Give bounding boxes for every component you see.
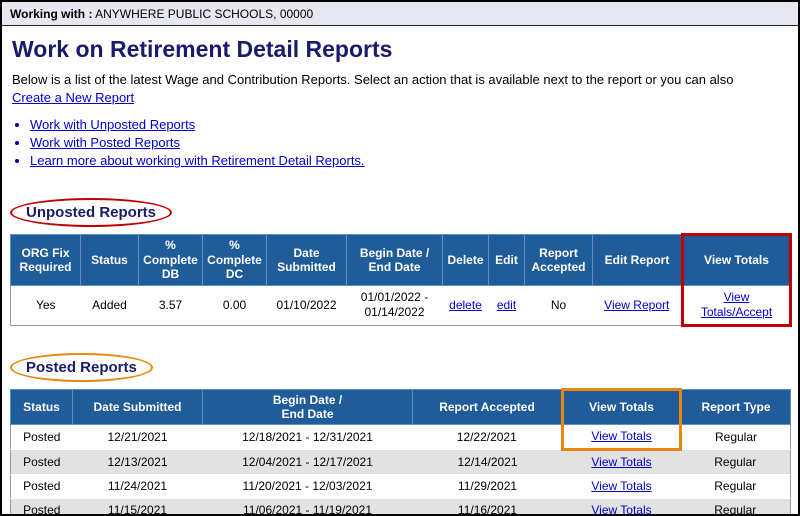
list-item: Learn more about working with Retirement…: [30, 153, 798, 168]
create-report-link[interactable]: Create a New Report: [12, 90, 134, 105]
context-value: ANYWHERE PUBLIC SCHOOLS, 00000: [95, 7, 313, 21]
cell-view-totals: View Totals: [563, 425, 681, 450]
intro-paragraph: Below is a list of the latest Wage and C…: [12, 71, 788, 107]
cell-report-accepted: 11/29/2021: [413, 475, 563, 499]
posted-report-row: Posted 11/24/2021 11/20/2021 - 12/03/202…: [11, 475, 791, 499]
cell-report-type: Regular: [681, 425, 791, 450]
page-title: Work on Retirement Detail Reports: [12, 36, 798, 63]
unposted-header-row: ORG Fix Required Status % Complete DB % …: [11, 235, 791, 285]
cell-view-totals: View Totals: [563, 475, 681, 499]
cell-begin-end: 12/04/2021 - 12/17/2021: [203, 450, 413, 475]
cell-report-type: Regular: [681, 450, 791, 475]
cell-begin-end: 11/06/2021 - 11/19/2021: [203, 499, 413, 516]
cell-report-type: Regular: [681, 499, 791, 516]
unposted-heading: Unposted Reports: [26, 204, 156, 221]
cell-report-accepted: 11/16/2021: [413, 499, 563, 516]
cell-delete: delete: [443, 285, 489, 325]
cell-edit: edit: [489, 285, 525, 325]
posted-header-row: Status Date Submitted Begin Date / End D…: [11, 389, 791, 425]
column-header-begin-end: Begin Date / End Date: [203, 389, 413, 425]
posted-heading-oval: Posted Reports: [10, 353, 153, 382]
view-totals-link[interactable]: View Totals: [591, 455, 651, 469]
cell-report-accepted: 12/22/2021: [413, 425, 563, 450]
cell-begin-end: 01/01/2022 - 01/14/2022: [347, 285, 443, 325]
column-header-org-fix: ORG Fix Required: [11, 235, 81, 285]
cell-status: Added: [81, 285, 139, 325]
column-header-date-submitted: Date Submitted: [73, 389, 203, 425]
view-totals-link[interactable]: View Totals: [591, 429, 651, 443]
view-totals-link[interactable]: View Totals: [591, 479, 651, 493]
column-header-pct-dc: % Complete DC: [203, 235, 267, 285]
list-item: Work with Unposted Reports: [30, 117, 798, 132]
intro-text: Below is a list of the latest Wage and C…: [12, 72, 733, 87]
unposted-report-row: Yes Added 3.57 0.00 01/10/2022 01/01/202…: [11, 285, 791, 325]
column-header-edit: Edit: [489, 235, 525, 285]
cell-date-submitted: 12/13/2021: [73, 450, 203, 475]
work-with-unposted-link[interactable]: Work with Unposted Reports: [30, 117, 195, 132]
context-label: Working with :: [10, 7, 92, 21]
column-header-report-accepted: Report Accepted: [525, 235, 593, 285]
column-header-pct-db: % Complete DB: [139, 235, 203, 285]
column-header-view-totals: View Totals: [683, 235, 791, 285]
cell-view-totals: View Totals/Accept: [683, 285, 791, 325]
quick-links-list: Work with Unposted Reports Work with Pos…: [30, 117, 798, 168]
cell-status: Posted: [11, 475, 73, 499]
edit-link[interactable]: edit: [497, 298, 516, 312]
posted-report-row: Posted 12/21/2021 12/18/2021 - 12/31/202…: [11, 425, 791, 450]
view-totals-link[interactable]: View Totals: [591, 503, 651, 516]
cell-status: Posted: [11, 450, 73, 475]
column-header-date-submitted: Date Submitted: [267, 235, 347, 285]
posted-report-row: Posted 12/13/2021 12/04/2021 - 12/17/202…: [11, 450, 791, 475]
column-header-begin-end: Begin Date / End Date: [347, 235, 443, 285]
cell-pct-db: 3.57: [139, 285, 203, 325]
cell-status: Posted: [11, 499, 73, 516]
column-header-report-accepted: Report Accepted: [413, 389, 563, 425]
cell-status: Posted: [11, 425, 73, 450]
cell-begin-end: 12/18/2021 - 12/31/2021: [203, 425, 413, 450]
view-report-link[interactable]: View Report: [604, 298, 669, 312]
posted-report-row: Posted 11/15/2021 11/06/2021 - 11/19/202…: [11, 499, 791, 516]
cell-begin-end: 11/20/2021 - 12/03/2021: [203, 475, 413, 499]
cell-date-submitted: 11/24/2021: [73, 475, 203, 499]
column-header-status: Status: [11, 389, 73, 425]
page: Working with : ANYWHERE PUBLIC SCHOOLS, …: [0, 0, 800, 516]
column-header-view-totals: View Totals: [563, 389, 681, 425]
column-header-edit-report: Edit Report: [593, 235, 683, 285]
context-bar: Working with : ANYWHERE PUBLIC SCHOOLS, …: [2, 2, 798, 26]
cell-org-fix: Yes: [11, 285, 81, 325]
cell-pct-dc: 0.00: [203, 285, 267, 325]
cell-view-totals: View Totals: [563, 450, 681, 475]
cell-view-totals: View Totals: [563, 499, 681, 516]
posted-reports-table: Status Date Submitted Begin Date / End D…: [10, 388, 791, 516]
posted-heading: Posted Reports: [26, 359, 137, 376]
cell-edit-report: View Report: [593, 285, 683, 325]
cell-date-submitted: 12/21/2021: [73, 425, 203, 450]
delete-link[interactable]: delete: [449, 298, 482, 312]
unposted-heading-oval: Unposted Reports: [10, 198, 172, 227]
column-header-begin-end-label: Begin Date / End Date: [352, 246, 437, 275]
cell-date-submitted: 11/15/2021: [73, 499, 203, 516]
cell-report-type: Regular: [681, 475, 791, 499]
column-header-report-type: Report Type: [681, 389, 791, 425]
list-item: Work with Posted Reports: [30, 135, 798, 150]
cell-report-accepted: No: [525, 285, 593, 325]
learn-more-link[interactable]: Learn more about working with Retirement…: [30, 153, 365, 168]
unposted-reports-table: ORG Fix Required Status % Complete DB % …: [10, 233, 792, 326]
cell-date-submitted: 01/10/2022: [267, 285, 347, 325]
work-with-posted-link[interactable]: Work with Posted Reports: [30, 135, 180, 150]
unposted-section-heading: Unposted Reports: [10, 198, 798, 227]
column-header-status: Status: [81, 235, 139, 285]
cell-report-accepted: 12/14/2021: [413, 450, 563, 475]
view-totals-accept-link[interactable]: View Totals/Accept: [696, 290, 778, 320]
posted-section-heading: Posted Reports: [10, 353, 798, 382]
column-header-begin-end-label: Begin Date / End Date: [265, 393, 350, 422]
column-header-delete: Delete: [443, 235, 489, 285]
